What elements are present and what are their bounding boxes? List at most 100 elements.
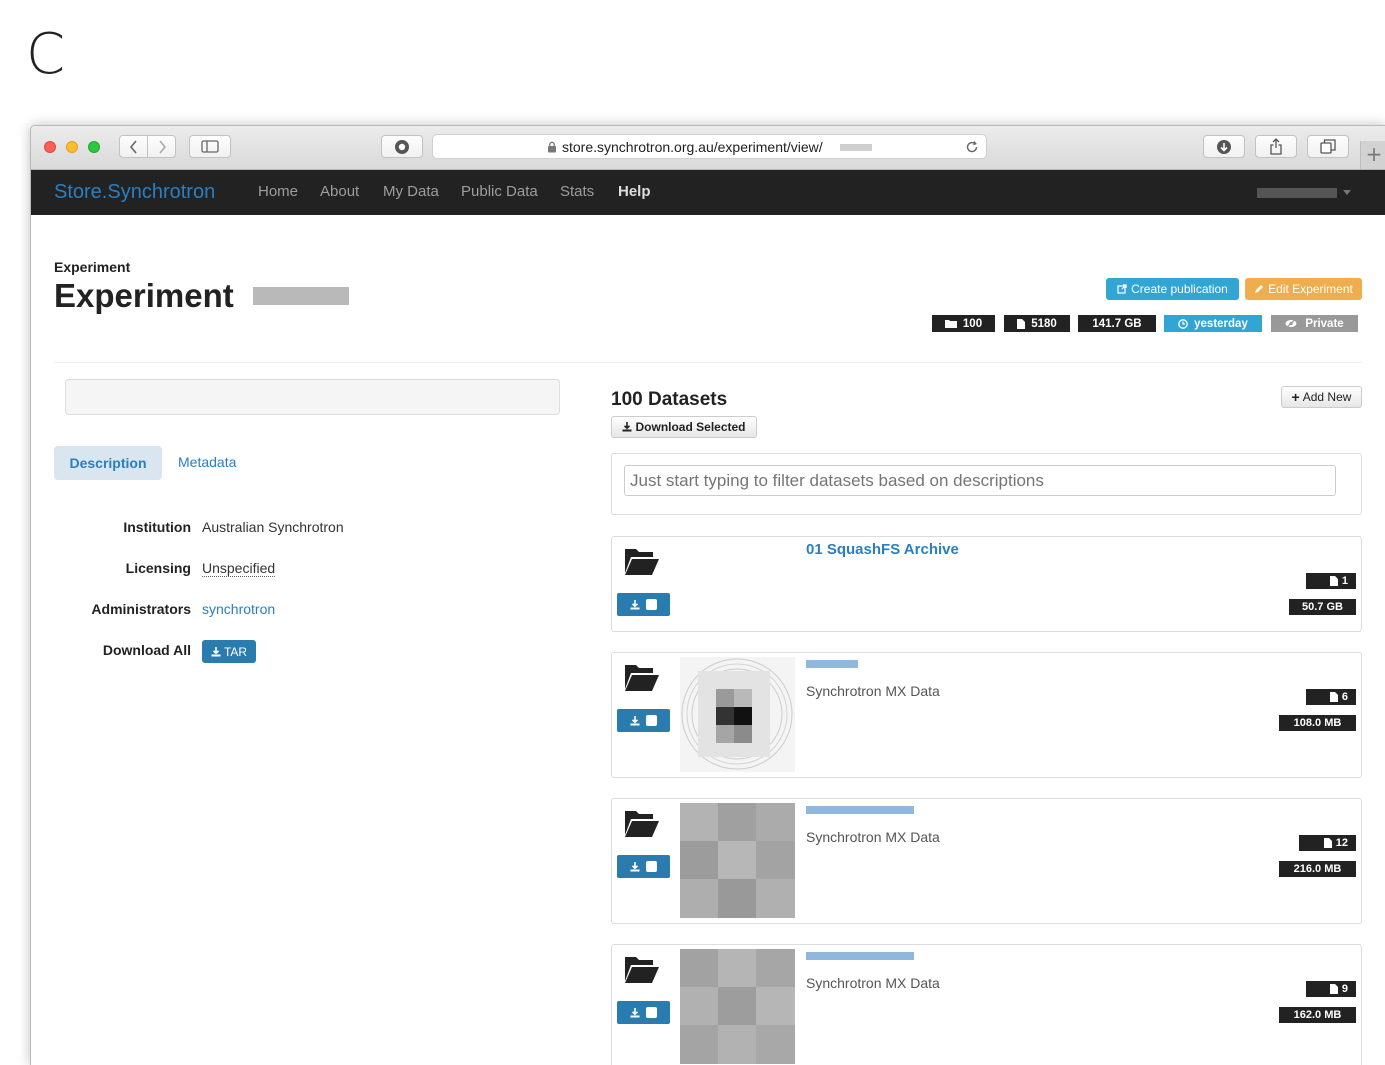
pencil-icon [1255, 285, 1264, 293]
download-circle-icon [1217, 139, 1231, 154]
filter-panel [611, 453, 1362, 515]
dataset-download-select-button[interactable] [617, 855, 670, 878]
sidebar-toggle-button[interactable] [189, 135, 231, 158]
folder-open-icon [625, 549, 659, 575]
new-tab-button[interactable]: + [1360, 141, 1385, 169]
redacted-dataset-name[interactable] [806, 806, 914, 814]
browser-window: store.synchrotron.org.au/experiment/view… [30, 125, 1385, 1065]
dataset-file-count: 12 [1335, 837, 1348, 849]
add-new-dataset-button[interactable]: + Add New [1281, 386, 1362, 408]
nav-stats[interactable]: Stats [560, 183, 594, 200]
chevron-left-icon [129, 139, 137, 154]
checkbox[interactable] [646, 599, 657, 610]
dataset-file-count-badge: 12 [1299, 835, 1356, 851]
dataset-download-select-button[interactable] [617, 593, 670, 616]
forward-button[interactable] [147, 135, 176, 158]
dataset-download-select-button[interactable] [617, 1001, 670, 1024]
download-icon [630, 715, 640, 725]
administrators-link[interactable]: synchrotron [202, 601, 275, 617]
tabs-icon [1320, 139, 1336, 154]
nav-my-data[interactable]: My Data [383, 183, 439, 200]
redacted-username [1257, 188, 1337, 198]
dataset-size-badge: 108.0 MB [1279, 715, 1356, 731]
dataset-item: Synchrotron MX Data 9 162.0 MB [611, 944, 1362, 1065]
dataset-size-badge: 162.0 MB [1279, 1007, 1356, 1023]
dataset-count-badge: 100 [932, 315, 995, 332]
institution-label: Institution [123, 519, 191, 535]
tabs-overview-button[interactable] [1307, 135, 1349, 158]
folder-open-icon [625, 811, 659, 837]
administrators-label: Administrators [91, 601, 191, 617]
redacted-dataset-name[interactable] [806, 660, 858, 668]
dataset-type: Synchrotron MX Data [806, 683, 940, 699]
institution-value: Australian Synchrotron [202, 519, 344, 535]
visibility-badge: Private [1271, 315, 1358, 332]
dataset-type: Synchrotron MX Data [806, 829, 940, 845]
user-menu[interactable] [1257, 187, 1352, 199]
close-window-button[interactable] [44, 141, 56, 153]
redacted-dataset-name[interactable] [806, 952, 914, 960]
dataset-file-count: 1 [1341, 575, 1348, 587]
dataset-item: Synchrotron MX Data 12 216.0 MB [611, 798, 1362, 924]
checkbox[interactable] [646, 1007, 657, 1018]
nav-about[interactable]: About [320, 183, 359, 200]
nav-home[interactable]: Home [258, 183, 298, 200]
downloads-button[interactable] [1203, 135, 1245, 158]
add-new-label: Add New [1302, 390, 1352, 404]
diffraction-thumbnail [680, 657, 795, 772]
download-tar-label: TAR [223, 644, 248, 659]
download-tar-button[interactable]: TAR [202, 640, 256, 663]
file-icon [1329, 984, 1338, 994]
dataset-filter-input[interactable] [624, 465, 1336, 496]
share-button[interactable] [1255, 135, 1297, 158]
download-selected-button[interactable]: Download Selected [611, 416, 757, 438]
dataset-item: 01 SquashFS Archive 1 50.7 GB [611, 536, 1362, 632]
file-icon [1323, 838, 1332, 848]
back-button[interactable] [119, 135, 148, 158]
reload-icon[interactable] [965, 140, 979, 154]
download-selected-label: Download Selected [635, 420, 746, 434]
folder-open-icon [625, 665, 659, 691]
shield-icon [395, 139, 409, 154]
file-icon [1329, 692, 1338, 702]
download-icon [622, 422, 632, 432]
brand-logo[interactable]: Store.Synchrotron [54, 181, 215, 204]
browser-toolbar: store.synchrotron.org.au/experiment/view… [31, 126, 1385, 170]
header-divider [54, 362, 1362, 363]
download-icon [211, 646, 221, 656]
tab-description[interactable]: Description [54, 446, 162, 480]
dataset-file-count-badge: 9 [1306, 981, 1356, 997]
caret-down-icon [1343, 190, 1351, 195]
updated-badge: yesterday [1164, 315, 1262, 332]
chevron-right-icon [158, 139, 166, 154]
create-publication-label: Create publication [1131, 282, 1228, 296]
nav-help[interactable]: Help [618, 183, 651, 200]
dataset-name-link[interactable]: 01 SquashFS Archive [806, 541, 959, 558]
licensing-value[interactable]: Unspecified [202, 560, 276, 577]
checkbox[interactable] [646, 861, 657, 872]
clock-icon [1178, 318, 1188, 329]
edit-experiment-label: Edit Experiment [1268, 282, 1353, 296]
folder-open-icon [625, 957, 659, 983]
zoom-window-button[interactable] [88, 141, 100, 153]
dataset-download-select-button[interactable] [617, 709, 670, 732]
dataset-file-count-badge: 1 [1306, 573, 1356, 589]
tab-metadata[interactable]: Metadata [178, 454, 236, 470]
download-icon [630, 1007, 640, 1017]
redacted-url-segment [840, 144, 872, 151]
download-all-label: Download All [102, 642, 191, 658]
address-bar[interactable]: store.synchrotron.org.au/experiment/view… [432, 134, 987, 159]
folder-icon [944, 320, 957, 328]
minimize-window-button[interactable] [66, 141, 78, 153]
lock-icon [548, 141, 556, 153]
checkbox[interactable] [646, 715, 657, 726]
nav-public-data[interactable]: Public Data [461, 183, 538, 200]
extension-button[interactable] [381, 135, 423, 158]
redacted-title-suffix [253, 287, 349, 305]
edit-experiment-button[interactable]: Edit Experiment [1245, 278, 1362, 300]
file-count-badge: 5180 [1004, 315, 1070, 332]
share-icon [1270, 138, 1282, 155]
create-publication-button[interactable]: Create publication [1106, 278, 1239, 300]
dataset-file-count: 6 [1341, 691, 1348, 703]
external-link-icon [1117, 284, 1127, 294]
